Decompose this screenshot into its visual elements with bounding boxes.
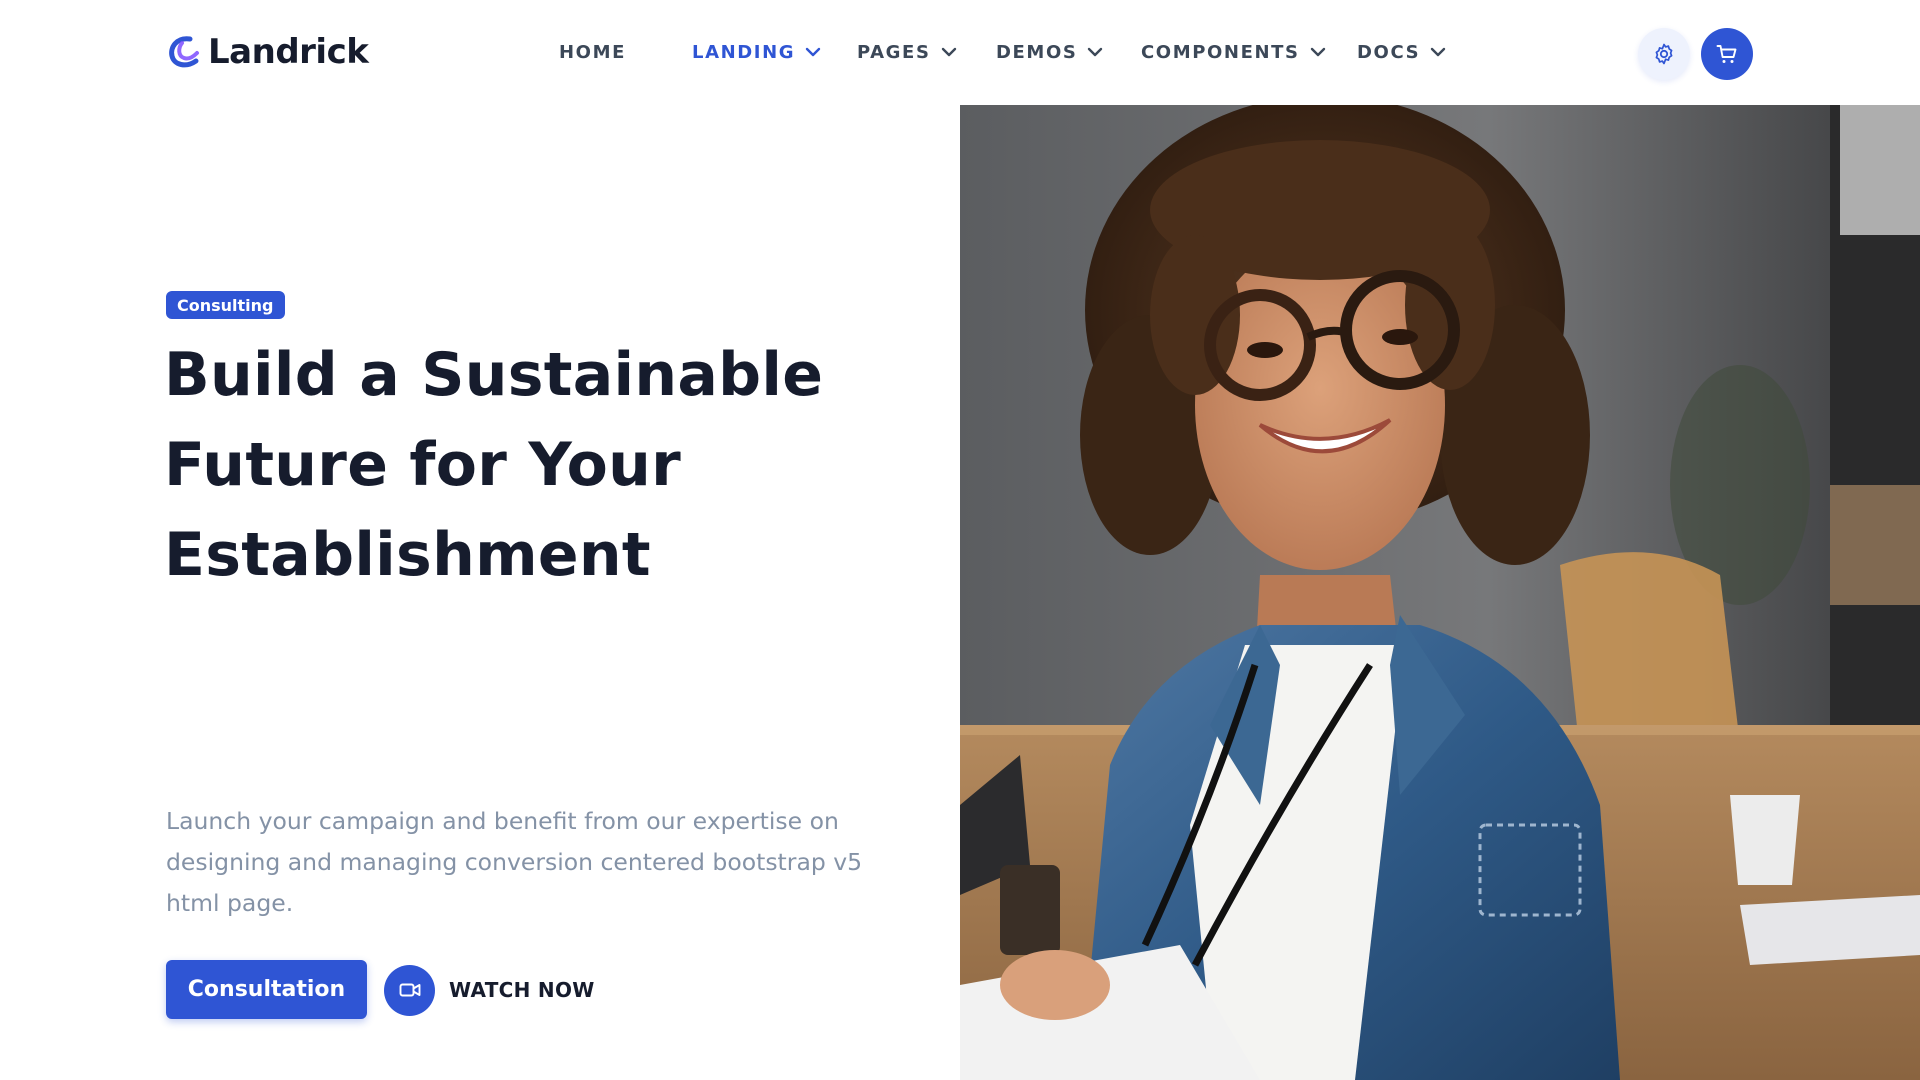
nav-item-docs[interactable]: DOCS — [1357, 36, 1446, 68]
hero-photo-illustration — [960, 105, 1920, 1080]
hero-title-line: Establishment — [164, 520, 651, 590]
nav-label: COMPONENTS — [1141, 41, 1300, 63]
consultation-button[interactable]: Consultation — [166, 960, 367, 1019]
chevron-down-icon — [1430, 47, 1446, 57]
hero-title-line: Build a Sustainable — [164, 340, 824, 410]
landrick-logo-icon — [169, 36, 199, 68]
watch-now-link[interactable]: WATCH NOW — [384, 964, 595, 1016]
cart-button[interactable] — [1701, 28, 1753, 80]
nav-label: LANDING — [692, 41, 796, 63]
settings-button[interactable] — [1638, 28, 1690, 80]
chevron-down-icon — [805, 47, 821, 57]
nav-item-pages[interactable]: PAGES — [857, 36, 957, 68]
top-navbar: Landrick HOME LANDING PAGES DEMOS COMPON… — [0, 0, 1920, 105]
nav-label: PAGES — [857, 41, 931, 63]
chevron-down-icon — [941, 47, 956, 57]
nav-item-components[interactable]: COMPONENTS — [1141, 36, 1326, 68]
cart-icon — [1716, 45, 1737, 63]
video-camera-icon — [399, 983, 420, 997]
category-badge: Consulting — [166, 291, 285, 319]
nav-label: DOCS — [1357, 41, 1421, 63]
hero-image — [960, 105, 1920, 1080]
nav-label: HOME — [559, 41, 626, 63]
hero-title-line: Future for Your — [164, 430, 682, 500]
hero-title: Build a Sustainable Future for Your Esta… — [164, 330, 924, 600]
hero-description-line: html page. — [166, 889, 294, 917]
brand-logo[interactable]: Landrick — [166, 30, 369, 74]
nav-label: DEMOS — [996, 41, 1078, 63]
gear-icon — [1655, 43, 1673, 65]
nav-item-landing[interactable]: LANDING — [692, 36, 821, 68]
video-button[interactable] — [384, 964, 435, 1016]
brand-name: Landrick — [208, 32, 369, 72]
hero-description-line: Launch your campaign and benefit from ou… — [166, 807, 839, 835]
chevron-down-icon — [1310, 47, 1325, 57]
hero-description-line: designing and managing conversion center… — [166, 848, 863, 876]
nav-item-demos[interactable]: DEMOS — [996, 36, 1103, 68]
watch-now-label: WATCH NOW — [449, 978, 595, 1002]
chevron-down-icon — [1088, 47, 1103, 57]
hero-description: Launch your campaign and benefit from ou… — [166, 801, 876, 924]
nav-item-home[interactable]: HOME — [559, 36, 626, 68]
